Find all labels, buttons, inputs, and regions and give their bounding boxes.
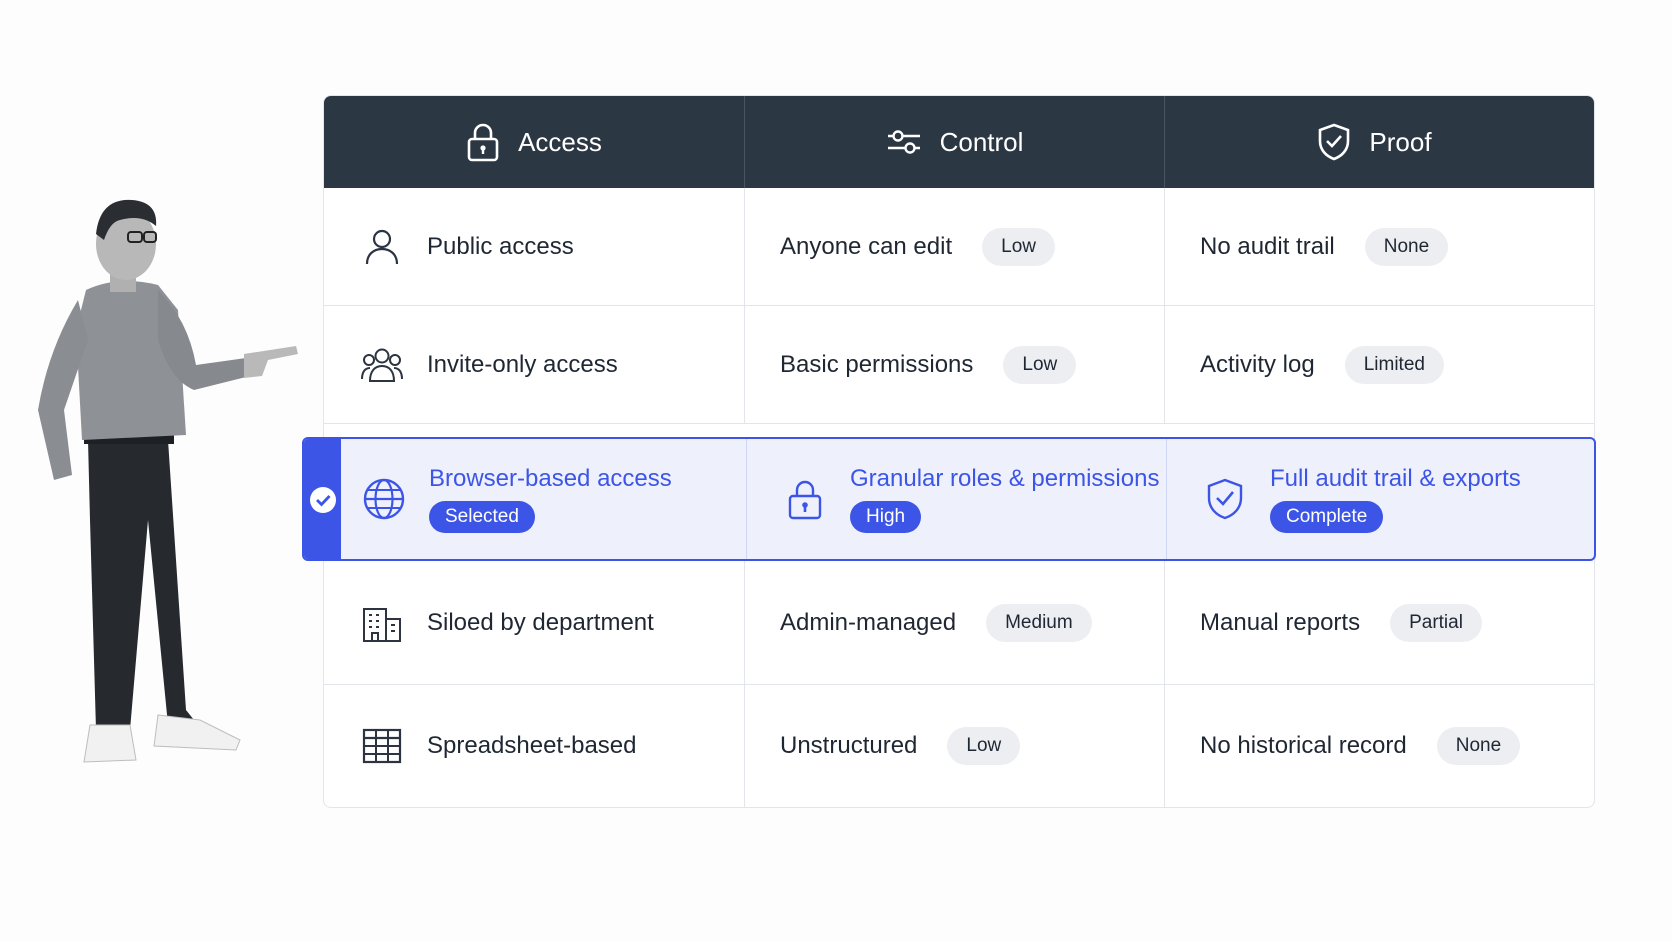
access-cell: Invite-only access: [324, 306, 744, 423]
lock-icon: [467, 123, 499, 162]
proof-level-badge: Partial: [1390, 603, 1482, 642]
proof-cell: Full audit trail & exports Complete: [1166, 439, 1586, 559]
header-control-label: Control: [939, 126, 1024, 157]
table-row[interactable]: Public access Anyone can edit Low No aud…: [324, 188, 1594, 306]
access-label: Browser-based access: [429, 465, 672, 492]
proof-label: No audit trail: [1200, 232, 1335, 260]
user-icon: [359, 224, 405, 270]
comparison-table: Access Control Proof Public access Anyon…: [302, 95, 1596, 808]
access-cell: Siloed by department: [324, 561, 744, 684]
selected-badge: Selected: [429, 501, 535, 533]
access-label: Spreadsheet-based: [427, 732, 637, 759]
proof-level-badge: None: [1364, 227, 1449, 266]
person-pointing-illustration: [38, 199, 298, 763]
control-label: Admin-managed: [780, 608, 957, 636]
proof-label: Manual reports: [1200, 608, 1361, 636]
proof-cell: No historical record None: [1164, 685, 1584, 807]
globe-icon: [361, 476, 407, 522]
sliders-icon: [887, 130, 920, 154]
shield-check-icon: [1202, 476, 1248, 522]
proof-cell: Manual reports Partial: [1164, 561, 1584, 684]
header-proof-label: Proof: [1369, 126, 1432, 157]
control-level-badge: Low: [947, 727, 1021, 765]
proof-label: Activity log: [1200, 350, 1315, 378]
control-label: Unstructured: [780, 732, 918, 759]
lock-icon: [782, 476, 828, 522]
control-label: Anyone can edit: [780, 232, 953, 260]
access-label: Public access: [427, 232, 574, 260]
table-header: Access Control Proof: [324, 96, 1594, 188]
building-icon: [359, 600, 405, 646]
access-label: Invite-only access: [427, 350, 618, 378]
control-label: Basic permissions: [780, 350, 974, 378]
control-level-badge: Low: [982, 227, 1055, 266]
shield-check-icon: [1319, 123, 1350, 161]
proof-cell: Activity log Limited: [1164, 306, 1584, 423]
control-cell: Unstructured Low: [744, 685, 1164, 807]
control-cell: Granular roles & permissions High: [746, 439, 1166, 559]
proof-level-badge: Complete: [1270, 501, 1384, 533]
spreadsheet-icon: [359, 723, 405, 769]
control-level-badge: Medium: [986, 603, 1092, 642]
proof-cell: No audit trail None: [1164, 188, 1584, 305]
access-cell: Public access: [324, 188, 744, 305]
control-cell: Basic permissions Low: [744, 306, 1164, 423]
access-cell: Browser-based access Selected: [326, 439, 746, 559]
table-row[interactable]: Invite-only access Basic permissions Low…: [324, 306, 1594, 424]
control-cell: Admin-managed Medium: [744, 561, 1164, 684]
header-control: Control: [744, 96, 1164, 188]
table-row-selected[interactable]: Browser-based access Selected Granular r…: [302, 437, 1596, 561]
control-cell: Anyone can edit Low: [744, 188, 1164, 305]
table-row[interactable]: Spreadsheet-based Unstructured Low No hi…: [324, 685, 1594, 807]
table-row[interactable]: Siloed by department Admin-managed Mediu…: [324, 561, 1594, 685]
proof-level-badge: Limited: [1344, 345, 1444, 384]
header-access: Access: [324, 96, 744, 188]
users-group-icon: [359, 342, 405, 388]
access-cell: Spreadsheet-based: [324, 685, 744, 807]
control-level-badge: Low: [1003, 345, 1077, 384]
header-access-label: Access: [518, 126, 602, 157]
proof-level-badge: None: [1436, 727, 1521, 765]
header-proof: Proof: [1164, 96, 1584, 188]
proof-label: Full audit trail & exports: [1270, 465, 1521, 492]
control-level-badge: High: [850, 501, 922, 533]
access-label: Siloed by department: [427, 608, 654, 636]
proof-label: No historical record: [1200, 732, 1407, 759]
control-label: Granular roles & permissions: [850, 465, 1160, 492]
